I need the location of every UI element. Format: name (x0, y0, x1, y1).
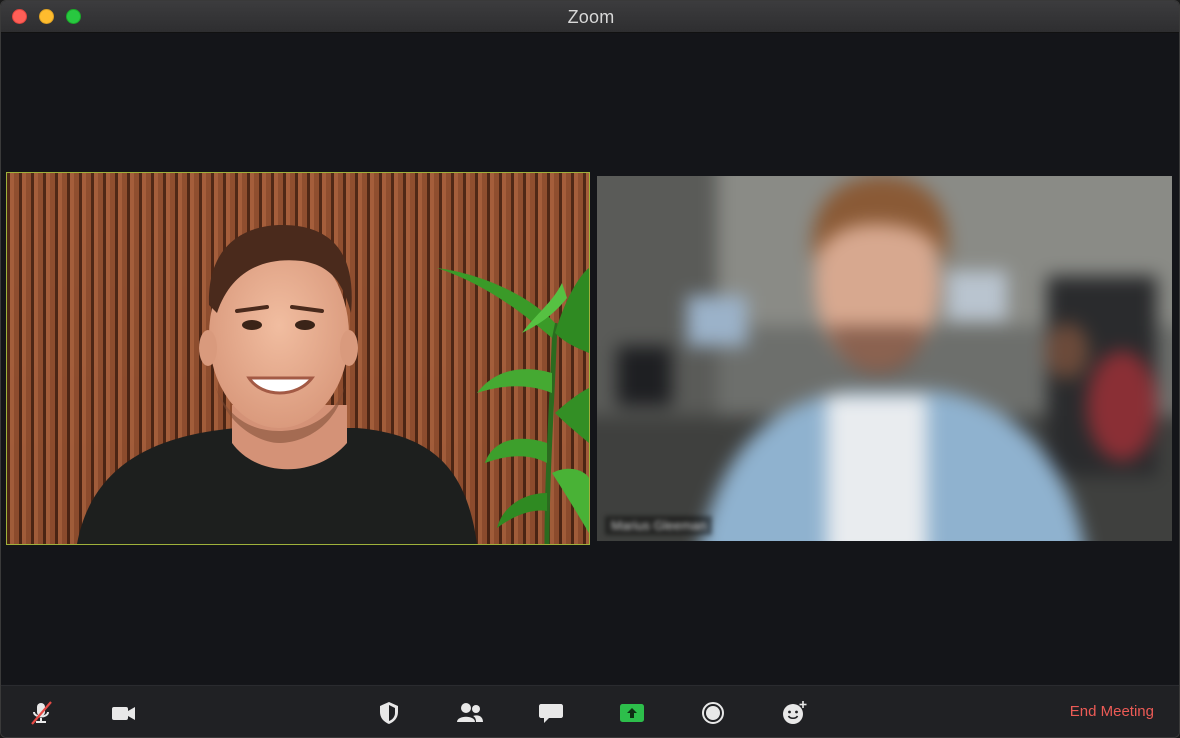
participant-video-feed (7, 173, 589, 544)
participants-icon (457, 703, 483, 722)
security-button[interactable] (373, 698, 405, 728)
blurred-video-feed (597, 176, 1172, 541)
microphone-muted-icon (31, 701, 52, 725)
video-button[interactable] (107, 698, 139, 728)
participant-name-tag: Marius Gleeman (605, 516, 713, 535)
participant-video-blurred[interactable]: Marius Gleeman (597, 176, 1172, 541)
share-screen-icon (620, 704, 644, 722)
chat-button[interactable] (535, 698, 567, 728)
share-screen-button[interactable] (616, 698, 648, 728)
video-stage: Marius Gleeman (1, 33, 1179, 684)
participants-button[interactable] (454, 698, 486, 728)
zoom-window: Zoom Marius Gleeman End Meeting (0, 0, 1180, 738)
meeting-toolbar: End Meeting (1, 685, 1179, 737)
reactions-icon (783, 701, 807, 724)
mute-button[interactable] (25, 698, 57, 728)
security-shield-icon (380, 702, 398, 724)
video-camera-icon (112, 707, 135, 720)
participant-video-active[interactable] (6, 172, 590, 545)
end-meeting-button[interactable]: End Meeting (1070, 703, 1154, 720)
window-title: Zoom (567, 7, 615, 27)
record-button[interactable] (697, 698, 729, 728)
title-bar: Zoom (1, 1, 1179, 33)
reactions-button[interactable] (778, 698, 810, 728)
record-icon (702, 702, 724, 724)
chat-icon (539, 704, 563, 723)
